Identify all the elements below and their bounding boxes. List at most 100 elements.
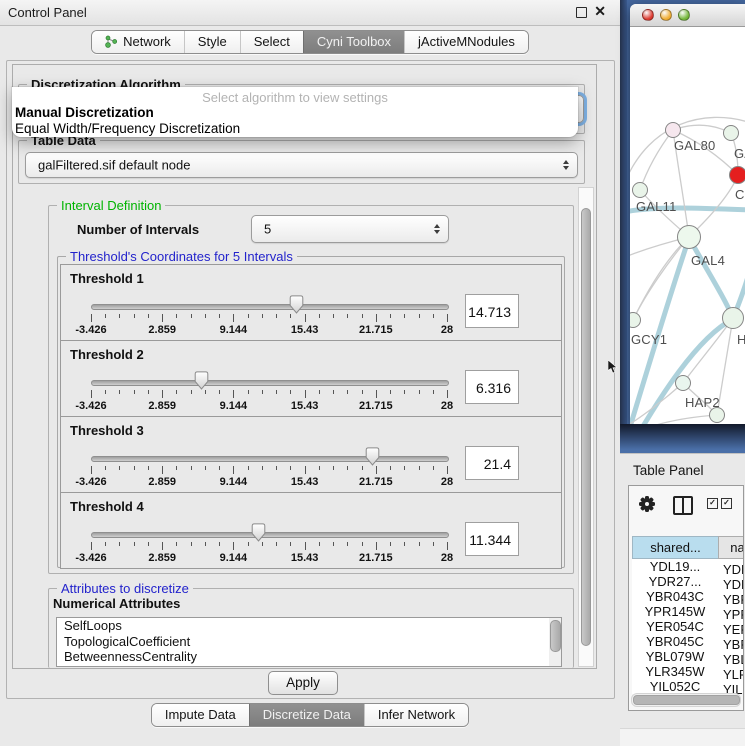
interval-definition-title: Interval Definition — [57, 198, 165, 213]
node-label: GAL4 — [691, 253, 725, 268]
threshold-label: Threshold 1 — [70, 271, 144, 286]
column-header-name[interactable]: na — [718, 536, 744, 559]
checkbox-icon[interactable]: ✓ — [721, 498, 732, 509]
close-traffic-light-icon[interactable] — [642, 9, 654, 21]
zoom-traffic-light-icon[interactable] — [678, 9, 690, 21]
table-rows[interactable]: YDL19...YDL1YDR27...YDR2YBR043CYBR0YPR14… — [632, 559, 743, 694]
network-node-c[interactable] — [729, 166, 745, 184]
table-panel-footer-strip — [620, 728, 745, 746]
network-window-titlebar[interactable] — [630, 4, 745, 27]
table-panel-box: ✓ ✓ shared... na YDL19...YDL1YDR27...YDR… — [628, 485, 744, 711]
table-data-select[interactable]: galFiltered.sif default node — [25, 152, 578, 178]
slider-ticks — [91, 466, 448, 475]
table-row[interactable]: YLR345WYLR3 — [632, 664, 743, 679]
threshold-row: Threshold 4 -3.4262.8599.14415.4321.7152… — [60, 492, 562, 569]
slider-track[interactable] — [91, 456, 449, 462]
mouse-cursor — [608, 360, 618, 374]
tab-discretize-data[interactable]: Discretize Data — [249, 704, 364, 726]
slider-tick-labels: -3.4262.8599.14415.4321.71528 — [91, 552, 448, 564]
apply-button[interactable]: Apply — [268, 671, 338, 695]
slider-thumb-icon[interactable] — [365, 447, 380, 466]
threshold-row: Threshold 1 -3.4262.8599.14415.4321.7152… — [60, 264, 562, 341]
threshold-label: Threshold 2 — [70, 347, 144, 362]
threshold-rows-container: Threshold 1 -3.4262.8599.14415.4321.7152… — [60, 265, 562, 569]
attributes-list-scrollbar[interactable] — [549, 618, 561, 666]
dropdown-option-equal-width[interactable]: Equal Width/Frequency Discretization — [12, 121, 578, 137]
stepper-arrows-icon — [434, 224, 440, 234]
slider-tick-labels: -3.4262.8599.14415.4321.71528 — [91, 476, 448, 488]
attributes-group-title: Attributes to discretize — [57, 581, 193, 596]
node-label: GAL80 — [674, 138, 715, 153]
tab-infer-network[interactable]: Infer Network — [364, 704, 468, 726]
slider-thumb-icon[interactable] — [251, 523, 266, 542]
table-row[interactable]: YBR045CYBR0 — [632, 634, 743, 649]
slider-thumb-icon[interactable] — [194, 371, 209, 390]
network-node-h[interactable] — [722, 307, 744, 329]
attribute-list-item[interactable]: SelfLoops — [57, 618, 561, 634]
threshold-value-field[interactable]: 6.316 — [465, 370, 519, 404]
tab-impute-data[interactable]: Impute Data — [152, 704, 249, 726]
table-row[interactable]: YER054CYER0 — [632, 619, 743, 634]
node-label: C — [735, 187, 745, 202]
slider-track[interactable] — [91, 380, 449, 386]
network-node-gal80[interactable] — [665, 122, 681, 138]
node-label: GA — [734, 146, 745, 161]
attribute-list-item[interactable]: BetweennessCentrality — [57, 649, 561, 665]
number-of-intervals-label: Number of Intervals — [77, 222, 199, 237]
table-row[interactable]: YPR145WYPR1 — [632, 604, 743, 619]
threshold-value-field[interactable]: 21.4 — [465, 446, 519, 480]
threshold-label: Threshold 3 — [70, 423, 144, 438]
thresholds-group-title: Threshold's Coordinates for 5 Intervals — [66, 249, 297, 264]
dropdown-option-manual[interactable]: Manual Discretization — [12, 105, 578, 121]
node-label: GAL11 — [636, 199, 677, 214]
network-node[interactable] — [709, 407, 725, 423]
attribute-list-item[interactable]: TopologicalCoefficient — [57, 634, 561, 650]
table-panel-title: Table Panel — [633, 463, 704, 478]
split-table-icon[interactable] — [673, 496, 693, 515]
numerical-attributes-label: Numerical Attributes — [53, 596, 180, 611]
threshold-value-field[interactable]: 14.713 — [465, 294, 519, 328]
network-node-gal11[interactable] — [632, 182, 648, 198]
checkbox-icon[interactable]: ✓ — [707, 498, 718, 509]
table-row[interactable]: YDR27...YDR2 — [632, 574, 743, 589]
slider-track[interactable] — [91, 304, 449, 310]
close-icon[interactable]: ✕ — [594, 3, 606, 20]
threshold-label: Threshold 4 — [70, 499, 144, 514]
column-header-shared[interactable]: shared... — [632, 536, 719, 559]
network-canvas[interactable]: GAL80GACGAL11GAL4GCY1HHAP2 — [630, 27, 745, 425]
table-row[interactable]: YBR043CYBR0 — [632, 589, 743, 604]
float-window-icon[interactable] — [576, 7, 587, 18]
network-node-ga[interactable] — [723, 125, 739, 141]
slider-thumb-icon[interactable] — [289, 295, 304, 314]
panel-vertical-scrollbar[interactable] — [578, 187, 594, 667]
tab-cyni-toolbox[interactable]: Cyni Toolbox — [303, 31, 404, 53]
top-tab-bar: Network Style Select Cyni Toolbox jActiv… — [0, 30, 620, 54]
window-shadow-area — [620, 424, 745, 453]
slider-tick-labels: -3.4262.8599.14415.4321.71528 — [91, 324, 448, 336]
intervals-value: 5 — [264, 222, 271, 237]
tab-jactivemnodules[interactable]: jActiveMNodules — [404, 31, 528, 53]
threshold-value-field[interactable]: 11.344 — [465, 522, 519, 556]
table-row[interactable]: YIL052CYIL0 — [632, 679, 743, 694]
numerical-attributes-list[interactable]: SelfLoopsTopologicalCoefficientBetweenne… — [56, 617, 562, 667]
tab-select[interactable]: Select — [240, 31, 303, 53]
control-panel-titlebar: Control Panel ✕ — [0, 0, 620, 26]
number-of-intervals-select[interactable]: 5 — [251, 215, 449, 243]
table-row[interactable]: YBL079WYBL0 — [632, 649, 743, 664]
slider-tick-labels: -3.4262.8599.14415.4321.71528 — [91, 400, 448, 412]
node-label: H — [737, 332, 745, 347]
table-data-group: Table Data galFiltered.sif default node — [18, 140, 585, 184]
slider-track[interactable] — [91, 532, 449, 538]
tab-style[interactable]: Style — [184, 31, 240, 53]
network-node-gal4[interactable] — [677, 225, 701, 249]
gear-icon[interactable] — [639, 496, 655, 512]
network-node-hap2[interactable] — [675, 375, 691, 391]
dropdown-hint: Select algorithm to view settings — [12, 87, 578, 105]
table-horizontal-scrollbar[interactable] — [631, 693, 741, 707]
table-row[interactable]: YDL19...YDL1 — [632, 559, 743, 574]
algorithm-dropdown-popup: Select algorithm to view settings Manual… — [12, 87, 578, 137]
tab-network[interactable]: Network — [92, 31, 184, 53]
minimize-traffic-light-icon[interactable] — [660, 9, 672, 21]
network-view-window: GAL80GACGAL11GAL4GCY1HHAP2 — [630, 4, 745, 425]
desktop-background-edge — [620, 0, 627, 453]
